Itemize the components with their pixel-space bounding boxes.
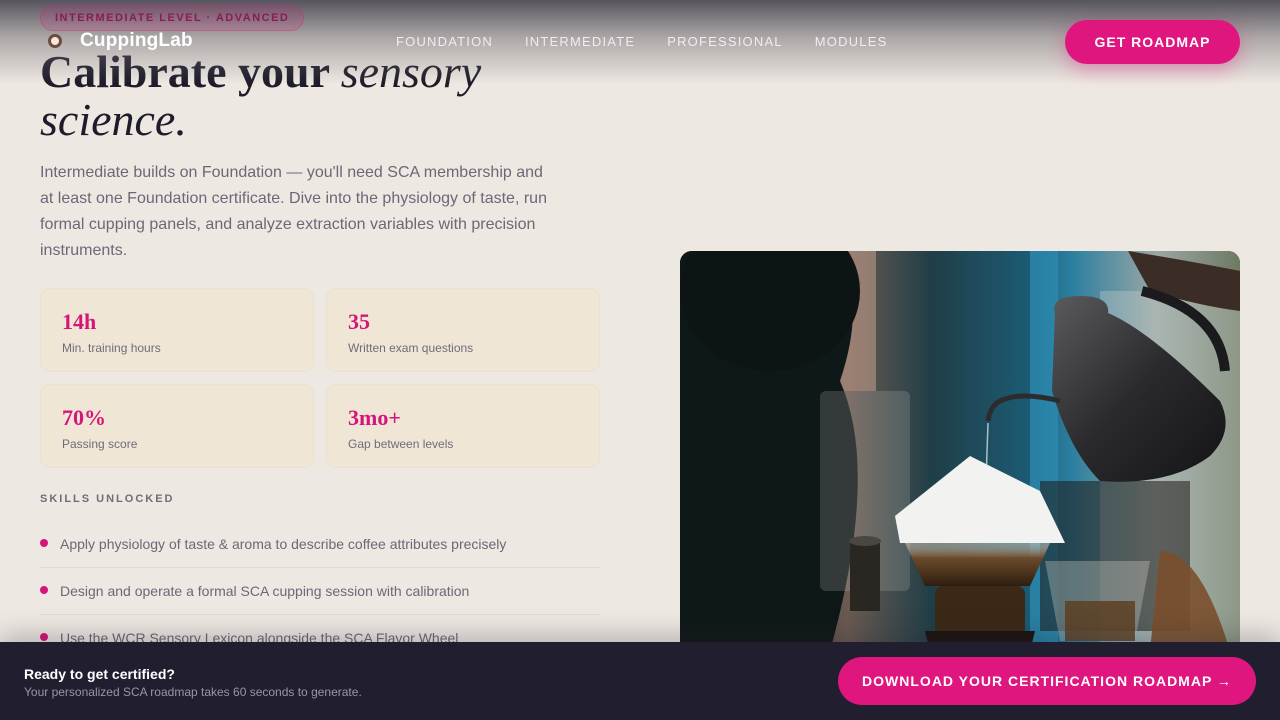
stat-label: Passing score bbox=[62, 437, 138, 451]
main-nav: FOUNDATION INTERMEDIATE PROFESSIONAL MOD… bbox=[396, 34, 887, 49]
skill-text: Design and operate a formal SCA cupping … bbox=[60, 583, 470, 599]
brand-name: CuppingLab bbox=[80, 30, 193, 51]
stat-value: 3mo+ bbox=[348, 405, 401, 430]
nav-modules[interactable]: MODULES bbox=[815, 34, 888, 49]
stat-label: Gap between levels bbox=[348, 437, 454, 451]
nav-professional[interactable]: PROFESSIONAL bbox=[667, 34, 783, 49]
intro-text: Intermediate builds on Foundation — you'… bbox=[40, 164, 547, 259]
skills-list: Apply physiology of taste & aroma to des… bbox=[40, 521, 600, 662]
list-item: Apply physiology of taste & aroma to des… bbox=[40, 521, 600, 568]
stat-label: Written exam questions bbox=[348, 341, 474, 355]
bullet-dot-icon bbox=[40, 539, 48, 547]
stats-grid: 14h Min. training hours 35 Written exam … bbox=[40, 288, 600, 468]
stat-label: Min. training hours bbox=[62, 341, 161, 355]
get-roadmap-button[interactable]: GET ROADMAP bbox=[1065, 20, 1240, 64]
bullet-dot-icon bbox=[40, 586, 48, 594]
skill-text: Apply physiology of taste & aroma to des… bbox=[60, 536, 507, 552]
cta-banner: Ready to get certified? Your personalize… bbox=[0, 642, 1280, 720]
headline-italic-2: science. bbox=[40, 94, 187, 145]
stat-card: 35 Written exam questions bbox=[326, 288, 600, 372]
stat-card: 3mo+ Gap between levels bbox=[326, 384, 600, 468]
hero-photo bbox=[680, 251, 1240, 651]
pour-over-illustration bbox=[680, 251, 1240, 651]
stat-card: 14h Min. training hours bbox=[40, 288, 314, 372]
bullet-dot-icon bbox=[40, 633, 48, 641]
stat-value: 70% bbox=[62, 405, 106, 430]
stat-value: 14h bbox=[62, 309, 97, 334]
level-badge: INTERMEDIATE LEVEL · ADVANCED bbox=[40, 5, 305, 31]
list-item: Design and operate a formal SCA cupping … bbox=[40, 568, 600, 615]
banner-title: Ready to get certified? bbox=[24, 666, 175, 682]
skills-heading: SKILLS UNLOCKED bbox=[40, 493, 175, 505]
brand[interactable]: CuppingLab bbox=[48, 30, 193, 52]
stat-value: 35 bbox=[348, 309, 370, 334]
coffee-logo-icon bbox=[48, 34, 62, 48]
banner-subtitle: Your personalized SCA roadmap takes 60 s… bbox=[24, 685, 362, 699]
nav-foundation[interactable]: FOUNDATION bbox=[396, 34, 493, 49]
nav-intermediate[interactable]: INTERMEDIATE bbox=[525, 34, 635, 49]
stat-card: 70% Passing score bbox=[40, 384, 314, 468]
download-roadmap-button[interactable]: DOWNLOAD YOUR CERTIFICATION ROADMAP → bbox=[838, 657, 1256, 705]
